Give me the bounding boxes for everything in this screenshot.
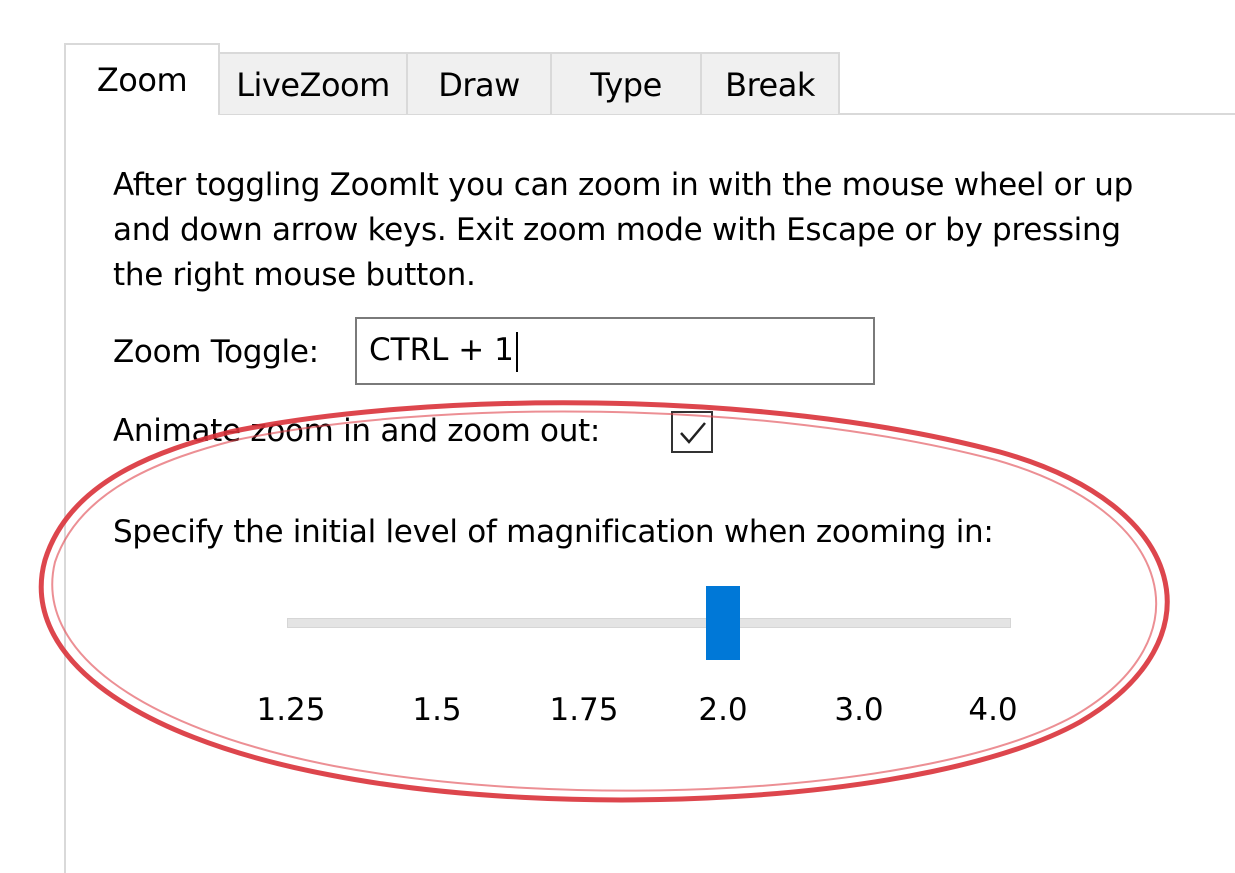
magnification-label: Specify the initial level of magnificati… — [113, 514, 994, 550]
description-line: the right mouse button. — [113, 257, 476, 293]
magnification-tick-label: 2.0 — [698, 692, 748, 728]
magnification-tick-label: 1.75 — [549, 692, 619, 728]
magnification-slider-thumb[interactable] — [706, 586, 740, 660]
tab-zoom[interactable]: Zoom — [64, 43, 220, 115]
magnification-tick-label: 3.0 — [834, 692, 884, 728]
description-line: After toggling ZoomIt you can zoom in wi… — [113, 167, 1133, 203]
checkmark-icon — [680, 422, 706, 444]
magnification-tick-label: 1.5 — [412, 692, 462, 728]
animate-zoom-checkbox[interactable] — [671, 411, 713, 453]
tab-type[interactable]: Type — [550, 52, 702, 114]
magnification-tick-label: 1.25 — [256, 692, 326, 728]
magnification-tick-label: 4.0 — [968, 692, 1018, 728]
zoom-description: After toggling ZoomIt you can zoom in wi… — [113, 163, 1233, 298]
text-caret — [515, 331, 518, 372]
tab-break[interactable]: Break — [700, 52, 840, 114]
zoom-toggle-label: Zoom Toggle: — [113, 334, 319, 370]
description-line: and down arrow keys. Exit zoom mode with… — [113, 212, 1121, 248]
zoom-toggle-hotkey-input[interactable]: CTRL + 1 — [355, 317, 875, 385]
magnification-slider-track[interactable] — [287, 618, 1011, 628]
hotkey-value: CTRL + 1 — [369, 332, 514, 368]
animate-zoom-label: Animate zoom in and zoom out: — [113, 413, 601, 449]
tab-livezoom[interactable]: LiveZoom — [218, 52, 408, 114]
tab-draw[interactable]: Draw — [406, 52, 552, 114]
